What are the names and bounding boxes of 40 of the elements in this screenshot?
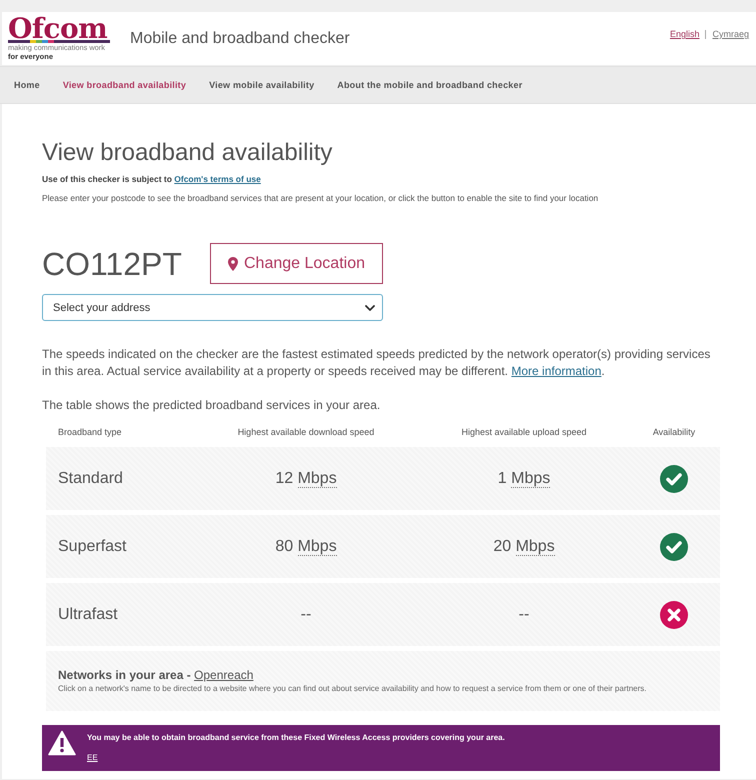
nav-link[interactable]: Home [14,80,40,90]
page-heading: View broadband availability [42,139,334,167]
map-pin-icon [228,256,238,270]
language-link[interactable]: Cymraeg [712,29,749,39]
provider-link[interactable]: EE [87,753,98,763]
table-cell: Ultrafast [58,604,118,624]
nav-link[interactable]: View broadband availability [62,80,186,90]
terms-link[interactable]: Ofcom's terms of use [174,174,261,184]
column-header: Broadband type [58,426,122,438]
change-location-button[interactable]: Change Location [210,243,383,284]
table-cell: Superfast [58,536,126,556]
postcode-text: CO112PT [42,244,183,282]
nav-link[interactable]: View mobile availability [209,80,314,90]
language-link[interactable]: English [670,29,700,39]
disclaimer-text: The speeds indicated on the checker are the fastest estimated speeds predicted by the network operator(s) providing services in this area. Actual service availability at a property or speeds received may be different. More information. [42,346,712,380]
table-cell: 80 Mbps [275,536,337,556]
instructions-text: Please enter your postcode to see the broadband services that are present at your location, or click the button to enable the site to find your location [42,192,600,204]
more-information-link[interactable]: More information [511,364,602,378]
logo-wordmark: Ofcom [8,17,108,40]
networks-note: Click on a network's name to be directed to a website where you can find out about service availability and how to request a service from them or one of their partners. [58,684,648,694]
nav-link[interactable]: About the mobile and broadband checker [337,80,522,90]
table-cell: -- [300,604,312,624]
table-cell: 1 Mbps [498,468,550,488]
banner-message: You may be able to obtain broadband service from these Fixed Wireless Access providers covering your area. [87,733,505,743]
table-cell: Standard [58,468,123,488]
warning-icon [48,730,76,756]
address-select[interactable]: Select your address [42,294,383,321]
table-cell: 12 Mbps [275,468,337,488]
logo-stripe-icon [8,40,110,43]
networks-heading: Networks in your area - Openreach [58,668,254,682]
table-cell: -- [518,604,530,624]
table-cell: 20 Mbps [493,536,555,556]
site-title: Mobile and broadband checker [130,30,350,48]
table-intro-text: The table shows the predicted broadband services in your area. [42,397,382,414]
network-link[interactable]: Openreach [194,668,254,682]
column-header: Highest available upload speed [461,426,587,438]
terms-notice: Use of this checker is subject to Ofcom's terms of use [42,173,262,185]
column-header: Highest available download speed [238,426,374,438]
column-header: Availability [652,426,696,438]
chevron-icon [365,304,375,310]
